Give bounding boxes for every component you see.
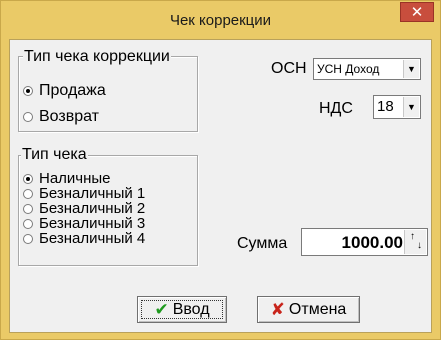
radio-cashless-3-label: Безналичный 3 (39, 215, 146, 232)
amount-label: Сумма (237, 235, 288, 252)
tax-system-select[interactable]: УСН Доход ▼ (313, 58, 421, 80)
close-icon: ✕ (410, 4, 424, 21)
tax-system-label: ОСН (271, 60, 307, 77)
radio-button[interactable] (23, 86, 33, 96)
correction-type-legend: Тип чека коррекции (23, 48, 171, 65)
radio-cashless-3[interactable]: Безналичный 3 (23, 216, 145, 231)
cancel-button[interactable]: ✘ Отмена (257, 296, 360, 323)
close-button[interactable]: ✕ (400, 2, 434, 22)
radio-cashless-2-label: Безналичный 2 (39, 200, 146, 217)
amount-value[interactable]: 1000.00 (342, 233, 403, 253)
radio-cashless-4[interactable]: Безналичный 4 (23, 231, 145, 246)
radio-button[interactable] (23, 233, 33, 244)
correction-dialog: Чек коррекции ✕ Тип чека коррекции Прода… (0, 0, 441, 340)
spin-arrows-icon[interactable]: ↑ ↓ (404, 230, 426, 254)
radio-return-label: Возврат (39, 108, 99, 125)
radio-button[interactable] (23, 188, 33, 199)
radio-button[interactable] (23, 218, 33, 229)
radio-cash[interactable]: Наличные (23, 171, 111, 186)
amount-spinner[interactable]: 1000.00 ↑ ↓ (301, 228, 428, 256)
receipt-type-legend: Тип чека (21, 146, 88, 163)
vat-select[interactable]: 18 ▼ (373, 95, 421, 119)
radio-sale-label: Продажа (39, 82, 106, 99)
cross-icon: ✘ (270, 299, 285, 319)
radio-cashless-1-label: Безналичный 1 (39, 185, 146, 202)
radio-button[interactable] (23, 173, 33, 184)
check-icon: ✔ (154, 299, 169, 319)
radio-button[interactable] (23, 112, 33, 122)
cancel-button-label: Отмена (288, 300, 347, 318)
tax-system-value: УСН Доход (317, 62, 380, 76)
ok-button-label: Ввод (172, 300, 210, 318)
title-bar[interactable]: Чек коррекции ✕ (1, 1, 440, 39)
vat-label: НДС (319, 100, 353, 117)
radio-cashless-4-label: Безналичный 4 (39, 230, 146, 247)
vat-value: 18 (377, 98, 394, 115)
radio-cash-label: Наличные (39, 170, 111, 187)
window-title: Чек коррекции (169, 12, 272, 29)
ok-button[interactable]: ✔ Ввод (137, 296, 227, 323)
radio-button[interactable] (23, 203, 33, 214)
dialog-body: Тип чека коррекции Продажа Возврат Тип ч… (9, 39, 432, 333)
radio-sale[interactable]: Продажа (23, 83, 106, 99)
chevron-down-icon[interactable]: ▼ (403, 97, 419, 117)
radio-cashless-2[interactable]: Безналичный 2 (23, 201, 145, 216)
radio-cashless-1[interactable]: Безналичный 1 (23, 186, 145, 201)
radio-return[interactable]: Возврат (23, 109, 99, 125)
chevron-down-icon[interactable]: ▼ (403, 60, 419, 78)
